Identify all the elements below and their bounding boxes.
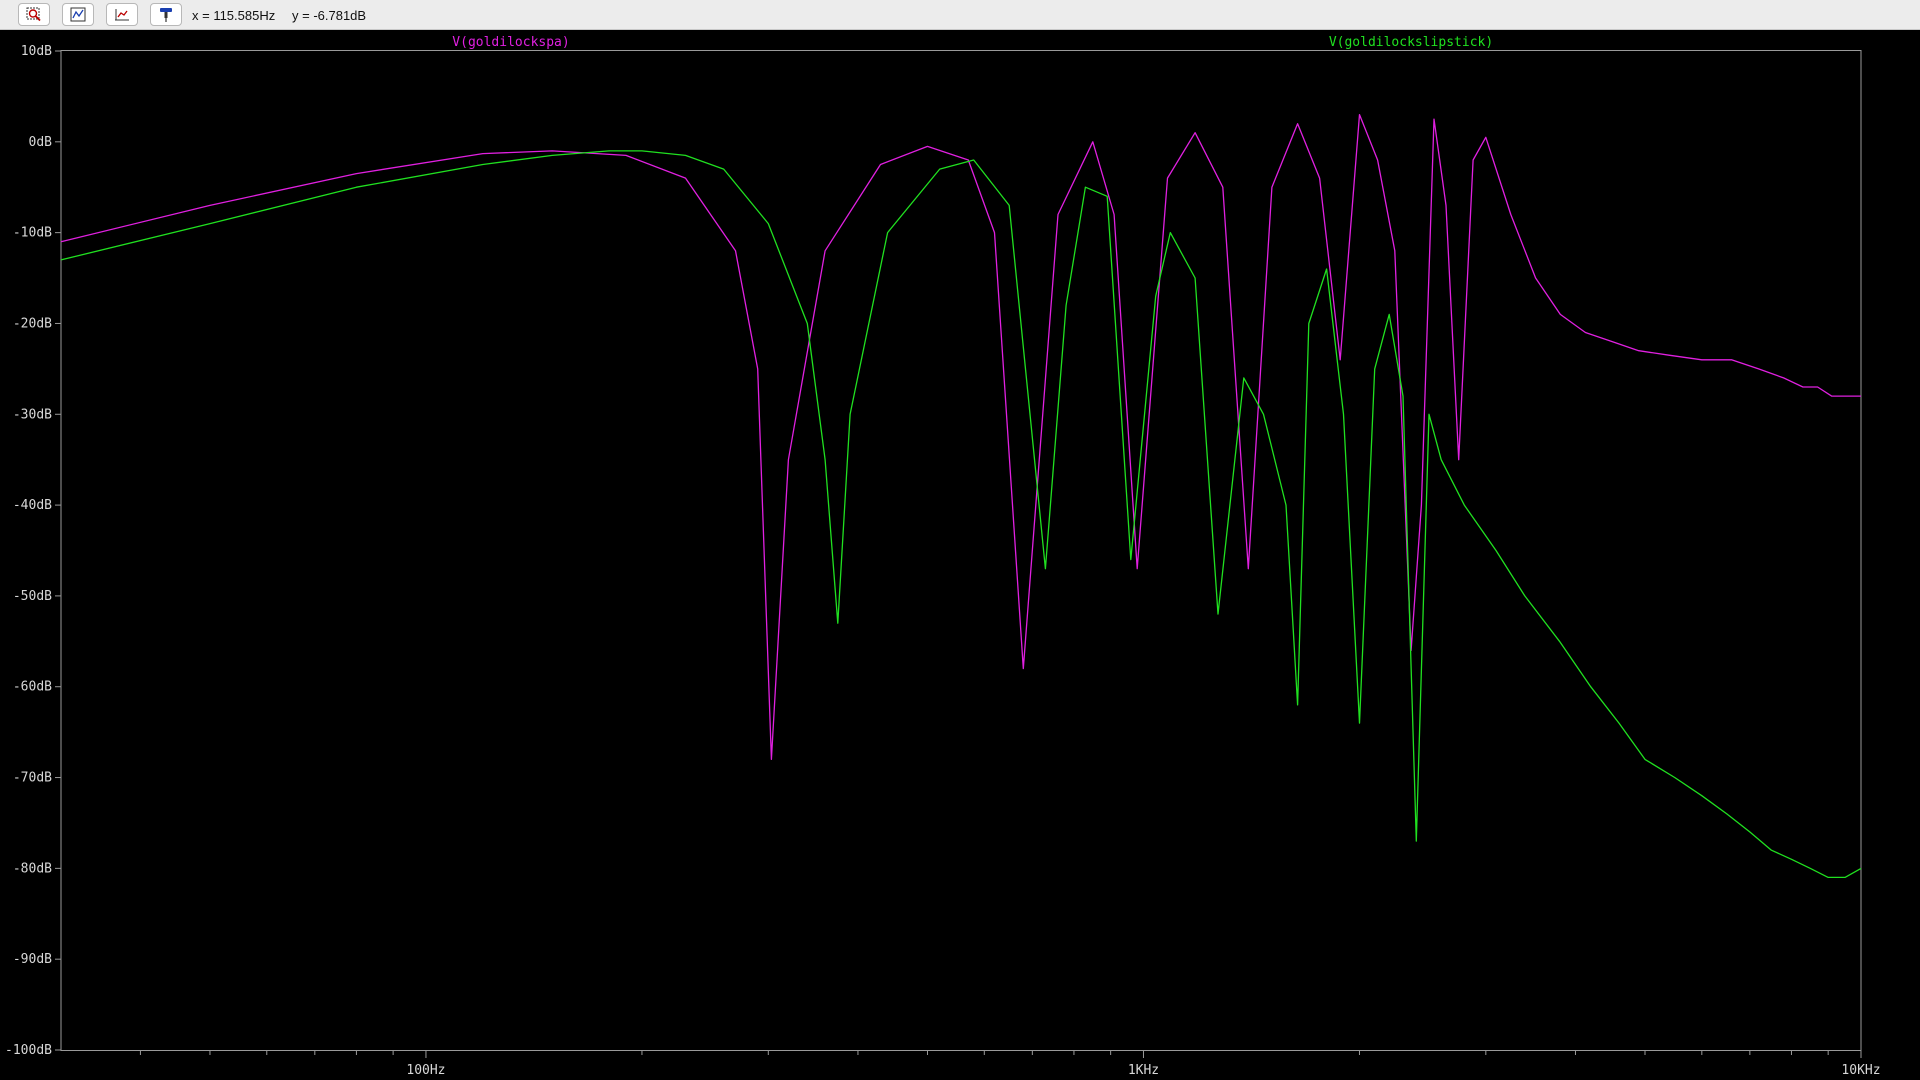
x-tick-label: 1KHz: [1128, 1063, 1159, 1078]
y-tick-label: -20dB: [13, 316, 52, 331]
zoom-out-icon: [115, 9, 129, 21]
legend-series-0[interactable]: V(goldilockspa): [452, 35, 569, 50]
probe-icon: [160, 8, 172, 22]
zoom-out-button[interactable]: [106, 3, 138, 26]
zoom-area-icon: [26, 7, 41, 22]
legend-series-1[interactable]: V(goldilockslipstick): [1329, 35, 1493, 50]
plot-area[interactable]: 10dB 0dB -10dB -20dB -30dB -40dB -50dB -60dB -70…: [0, 30, 1920, 1080]
y-tick-label: -100dB: [5, 1043, 52, 1058]
y-tick-label: -80dB: [13, 861, 52, 876]
cursor-x-readout: x = 115.585Hz: [192, 8, 276, 23]
toolbar: x = 115.585Hz y = -6.781dB: [0, 0, 1920, 30]
x-tick-label: 100Hz: [406, 1063, 445, 1078]
zoom-area-button[interactable]: [18, 3, 50, 26]
probe-button[interactable]: [150, 3, 182, 26]
y-tick-label: -70dB: [13, 771, 52, 786]
y-tick-label: -40dB: [13, 498, 52, 513]
y-tick-label: -90dB: [13, 952, 52, 967]
y-tick-label: 10dB: [21, 44, 52, 59]
plot-background: [0, 30, 1920, 1080]
y-tick-label: -10dB: [13, 226, 52, 241]
y-tick-label: -30dB: [13, 407, 52, 422]
y-tick-label: -50dB: [13, 589, 52, 604]
zoom-fit-button[interactable]: [62, 3, 94, 26]
x-tick-label: 10KHz: [1841, 1063, 1880, 1078]
zoom-fit-icon: [70, 7, 86, 22]
cursor-y-readout: y = -6.781dB: [292, 8, 367, 23]
y-tick-label: 0dB: [29, 135, 53, 150]
y-tick-label: -60dB: [13, 680, 52, 695]
